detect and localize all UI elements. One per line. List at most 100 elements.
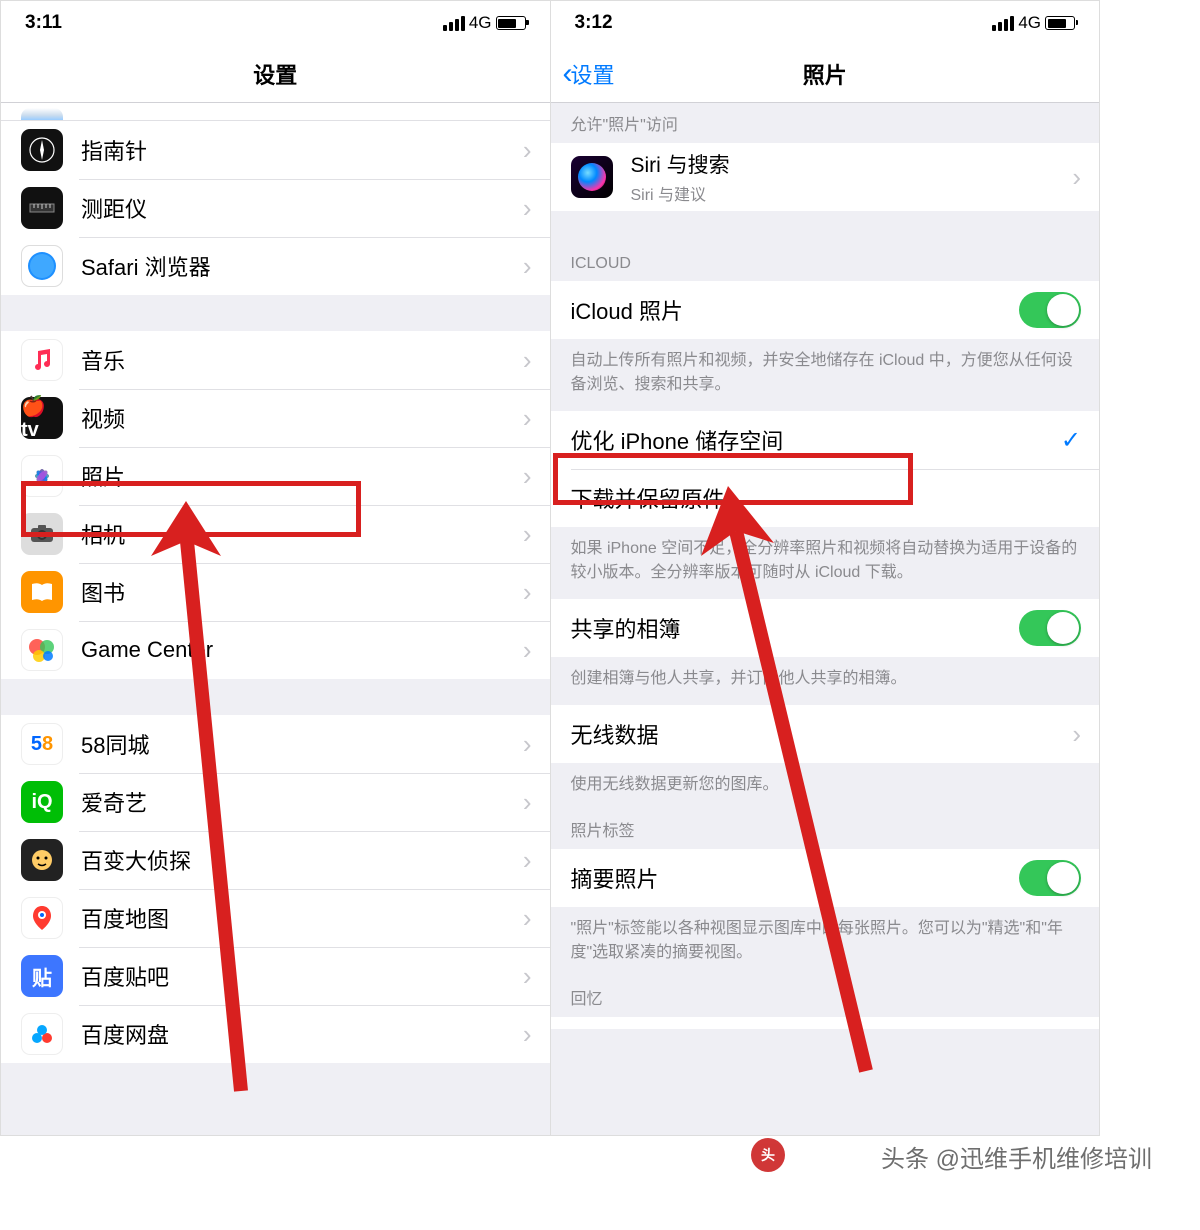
cell-music[interactable]: 音乐 › [1,331,550,389]
cell-wireless-data[interactable]: 无线数据 › [551,705,1100,763]
58-icon: 58 [21,723,63,765]
cell-label: 下载并保留原件 [571,482,1082,514]
toggle-switch[interactable] [1019,610,1081,646]
section-header: 照片标签 [551,811,1100,849]
cell-label: 摘要照片 [571,862,1020,894]
chevron-right-icon: › [523,403,532,434]
watermark-logo: 头 [751,1138,785,1172]
cell-camera[interactable]: 相机 › [1,505,550,563]
cell-shared-albums[interactable]: 共享的相簿 [551,599,1100,657]
toggle-switch[interactable] [1019,860,1081,896]
wangpan-icon [21,1013,63,1055]
cell-label: 百度地图 [81,902,523,934]
cell-label: iCloud 照片 [571,294,1020,326]
measure-icon [21,187,63,229]
back-button[interactable]: ‹设置 [563,58,615,90]
section-footer: 创建相簿与他人共享，并订阅他人共享的相簿。 [551,657,1100,705]
section-footer: "照片"标签能以各种视图显示图库中的每张照片。您可以为"精选"和"年度"选取紧凑… [551,907,1100,979]
partial-row [1,103,550,121]
chevron-right-icon: › [523,519,532,550]
books-icon [21,571,63,613]
iqiyi-icon: iQ [21,781,63,823]
tv-icon: 🍎tv [21,397,63,439]
cell-label: Game Center [81,637,523,663]
chevron-right-icon: › [523,1019,532,1050]
chevron-right-icon: › [523,135,532,166]
chevron-right-icon: › [523,903,532,934]
status-bar: 3:11 4G [1,1,550,45]
chevron-right-icon: › [523,251,532,282]
signal-icon [443,16,465,31]
cell-siri[interactable]: Siri 与搜索 Siri 与建议 › [551,143,1100,211]
cell-label: 图书 [81,576,523,608]
chevron-right-icon: › [523,787,532,818]
cell-measure[interactable]: 测距仪 › [1,179,550,237]
cell-label: 58同城 [81,728,523,760]
cell-tieba[interactable]: 贴 百度贴吧 › [1,947,550,1005]
cell-label: Siri 与搜索 [631,149,1073,179]
status-bar: 3:12 4G [551,1,1100,45]
cell-optimize-storage[interactable]: 优化 iPhone 储存空间 ✓ [551,411,1100,469]
tieba-icon: 贴 [21,955,63,997]
baidumap-icon [21,897,63,939]
cell-label: 百变大侦探 [81,844,523,876]
cell-tv[interactable]: 🍎tv 视频 › [1,389,550,447]
cell-icloud-photos[interactable]: iCloud 照片 [551,281,1100,339]
cell-label: 测距仪 [81,192,523,224]
section-footer: 如果 iPhone 空间不足，全分辨率照片和视频将自动替换为适用于设备的较小版本… [551,527,1100,599]
network-label: 4G [469,13,492,33]
section-footer: 使用无线数据更新您的图库。 [551,763,1100,811]
cell-summary-photos[interactable]: 摘要照片 [551,849,1100,907]
chevron-right-icon: › [523,193,532,224]
bbd-icon [21,839,63,881]
cell-label: 百度贴吧 [81,960,523,992]
watermark-text: 头条 @迅维手机维修培训 [881,1139,1152,1174]
page-title: 照片 [803,58,847,90]
chevron-right-icon: › [523,635,532,666]
cell-iqiyi[interactable]: iQ 爱奇艺 › [1,773,550,831]
chevron-right-icon: › [523,461,532,492]
checkmark-icon: ✓ [1061,426,1081,455]
cell-download-originals[interactable]: 下载并保留原件 [551,469,1100,527]
cell-58[interactable]: 58 58同城 › [1,715,550,773]
toggle-switch[interactable] [1019,292,1081,328]
network-label: 4G [1018,13,1041,33]
section-header: ICLOUD [551,211,1100,281]
cell-label: 视频 [81,402,523,434]
cell-sublabel: Siri 与建议 [631,181,1073,205]
navbar: ‹设置 照片 [551,45,1100,103]
cell-label: 指南针 [81,134,523,166]
chevron-right-icon: › [523,345,532,376]
navbar: 设置 [1,45,550,103]
settings-screen: 3:11 4G 设置 指南针 › 测距仪 › Sa [1,1,550,1135]
cell-label: 共享的相簿 [571,612,1020,644]
cell-bbd[interactable]: 百变大侦探 › [1,831,550,889]
music-icon [21,339,63,381]
cell-compass[interactable]: 指南针 › [1,121,550,179]
chevron-right-icon: › [523,961,532,992]
cell-label: 优化 iPhone 储存空间 [571,424,1061,456]
cell-safari[interactable]: Safari 浏览器 › [1,237,550,295]
cell-label: 音乐 [81,344,523,376]
cell-label: 照片 [81,460,523,492]
battery-icon [1045,16,1075,30]
cell-label: 爱奇艺 [81,786,523,818]
cell-label: 相机 [81,518,523,550]
photos-icon [21,455,63,497]
camera-icon [21,513,63,555]
section-header: 回忆 [551,979,1100,1017]
section-header: 允许"照片"访问 [551,103,1100,143]
cell-label: Safari 浏览器 [81,250,523,282]
cell-photos[interactable]: 照片 › [1,447,550,505]
cell-wangpan[interactable]: 百度网盘 › [1,1005,550,1063]
cell-label: 百度网盘 [81,1018,523,1050]
cell-books[interactable]: 图书 › [1,563,550,621]
siri-icon [571,156,613,198]
status-time: 3:12 [575,12,613,34]
chevron-right-icon: › [523,577,532,608]
battery-icon [496,16,526,30]
cell-gamecenter[interactable]: Game Center › [1,621,550,679]
cell-baidumap[interactable]: 百度地图 › [1,889,550,947]
chevron-right-icon: › [523,845,532,876]
safari-icon [21,245,63,287]
